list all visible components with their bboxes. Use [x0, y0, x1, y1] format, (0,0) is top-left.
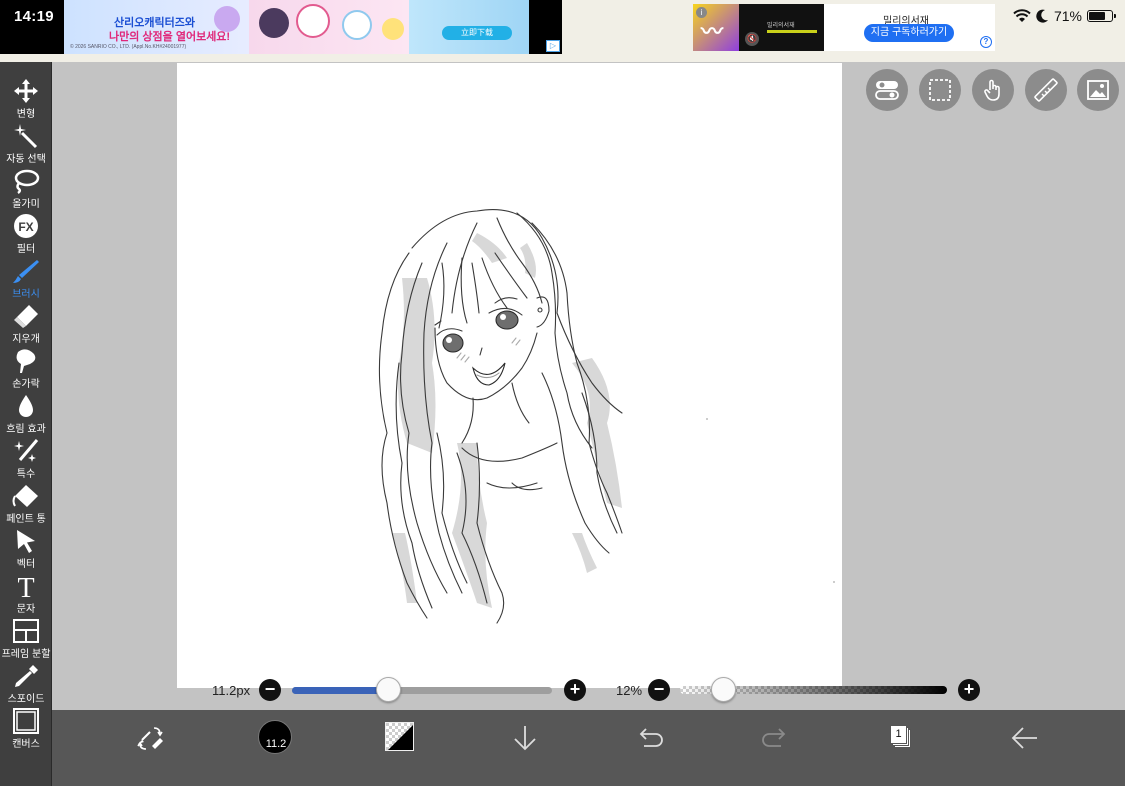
redo-button[interactable]: [755, 718, 795, 758]
brush-size-badge: 11.2: [265, 738, 287, 750]
tool-finger[interactable]: 손가락: [0, 346, 52, 391]
paint-bucket-icon: [12, 485, 38, 507]
ad-video-text: 밀리의서재: [767, 23, 795, 29]
tool-eraser[interactable]: 지우개: [0, 301, 52, 346]
arrow-down-icon: [514, 726, 536, 751]
opacity-thumb[interactable]: [711, 677, 737, 702]
color-swatch[interactable]: [385, 722, 414, 751]
banner-ad-sanrio[interactable]: 산리오캐릭터즈와 나만의 상점을 열어보세요! 立即下载 © 2026 SANR…: [64, 0, 562, 54]
ad-video[interactable]: 🔇 밀리의서재: [739, 4, 824, 51]
eraser-icon: [14, 305, 38, 328]
drawing-canvas[interactable]: [177, 63, 842, 688]
back-button[interactable]: [1005, 718, 1045, 758]
brush-icon: [13, 260, 39, 283]
undo-button[interactable]: [630, 718, 670, 758]
material-button[interactable]: [1077, 69, 1119, 111]
undo-icon: [639, 728, 663, 747]
wifi-icon: [1013, 9, 1031, 22]
opacity-plus-button[interactable]: +: [958, 679, 980, 701]
battery-icon: [1087, 10, 1116, 22]
svg-text:T: T: [17, 573, 34, 599]
brush-size-minus-button[interactable]: −: [259, 679, 281, 701]
tool-text[interactable]: T 문자: [0, 571, 52, 616]
frame-split-icon: [13, 619, 39, 643]
arrow-left-icon: [1011, 727, 1037, 749]
tool-blur[interactable]: 흐림 효과: [0, 391, 52, 436]
millie-logo: i 〰: [693, 4, 739, 51]
status-bar: 14:19 산리오캐릭터즈와 나만의 상점을 열어보세요! 立即下载 © 202…: [0, 0, 1125, 62]
banner-ad-millie[interactable]: i 〰 🔇 밀리의서재 밀리의서재 지금 구독하러가기 ?: [693, 4, 995, 51]
app-window: 14:19 산리오캐릭터즈와 나만의 상점을 열어보세요! 立即下载 © 202…: [0, 0, 1125, 786]
opacity-minus-button[interactable]: −: [648, 679, 670, 701]
ruler-button[interactable]: [1025, 69, 1067, 111]
tool-frame-split[interactable]: 프레임 분할: [0, 616, 52, 661]
status-time: 14:19: [14, 8, 54, 25]
tool-special[interactable]: 특수: [0, 436, 52, 481]
adchoices-icon[interactable]: ▷: [546, 40, 560, 52]
lasso-icon: [14, 169, 40, 194]
brush-size-preview[interactable]: 11.2: [258, 720, 292, 754]
vector-arrow-icon: [17, 530, 35, 553]
toggle-switches-icon: [875, 81, 899, 100]
ad-download-button[interactable]: 立即下载: [442, 26, 512, 40]
bottom-toolbar: 11.2 1: [52, 710, 1125, 786]
ad-fine-print: © 2026 SANRIO CO., LTD. (Appl.No.KH#2400…: [70, 44, 187, 50]
tool-canvas[interactable]: 캔버스: [0, 706, 52, 751]
dashed-selection-icon: [929, 79, 951, 101]
brush-size-plus-button[interactable]: +: [564, 679, 586, 701]
svg-text:FX: FX: [18, 220, 33, 234]
brush-sliders: 11.2px − + 12% − +: [0, 676, 1125, 704]
blur-drop-icon: [19, 395, 33, 417]
ad-line2: 나만의 상점을 열어보세요!: [109, 31, 231, 43]
tool-transform[interactable]: 변형: [0, 76, 52, 121]
layers-button[interactable]: 1: [889, 724, 913, 748]
touch-gesture-button[interactable]: [972, 69, 1014, 111]
mute-icon[interactable]: 🔇: [745, 32, 759, 46]
brush-eraser-swap-icon: [137, 727, 163, 750]
fx-icon: FX: [14, 214, 38, 238]
toggle-panel-button[interactable]: [866, 69, 908, 111]
hand-touch-icon: [984, 79, 1000, 101]
help-icon[interactable]: ?: [980, 36, 992, 48]
tool-filter[interactable]: FX 필터: [0, 211, 52, 256]
brush-size-thumb[interactable]: [376, 677, 402, 702]
battery-percent: 71%: [1053, 8, 1082, 24]
sketch-artwork: [378, 209, 835, 624]
tool-vector[interactable]: 벡터: [0, 526, 52, 571]
system-status: 71%: [1013, 7, 1116, 25]
layer-count-value: 1: [895, 728, 902, 740]
tool-magic-wand[interactable]: 자동 선택: [0, 121, 52, 166]
ad-cta-button[interactable]: 지금 구독하러가기: [864, 24, 954, 42]
brush-size-value: 11.2px: [212, 683, 251, 698]
tool-paint-bucket[interactable]: 페인트 통: [0, 481, 52, 526]
redo-icon: [762, 728, 786, 747]
brush-size-slider[interactable]: [292, 687, 552, 694]
image-icon: [1087, 80, 1109, 100]
selection-button[interactable]: [919, 69, 961, 111]
brush-size-fill: [292, 687, 389, 694]
finger-icon: [16, 349, 36, 373]
tool-lasso[interactable]: 올가미: [0, 166, 52, 211]
opacity-value: 12%: [616, 683, 643, 698]
tool-brush[interactable]: 브러시: [0, 256, 52, 301]
moon-icon: [1036, 9, 1048, 23]
magic-wand-icon: [14, 124, 38, 149]
sparkle-wand-icon: [14, 439, 39, 462]
text-icon: T: [17, 573, 34, 599]
canvas-icon: [13, 708, 39, 734]
ruler-icon: [1034, 78, 1058, 102]
color-swatch-icon: [386, 723, 413, 750]
swap-tool-button[interactable]: [130, 718, 170, 758]
download-button[interactable]: [505, 718, 545, 758]
move-icon: [14, 79, 38, 103]
